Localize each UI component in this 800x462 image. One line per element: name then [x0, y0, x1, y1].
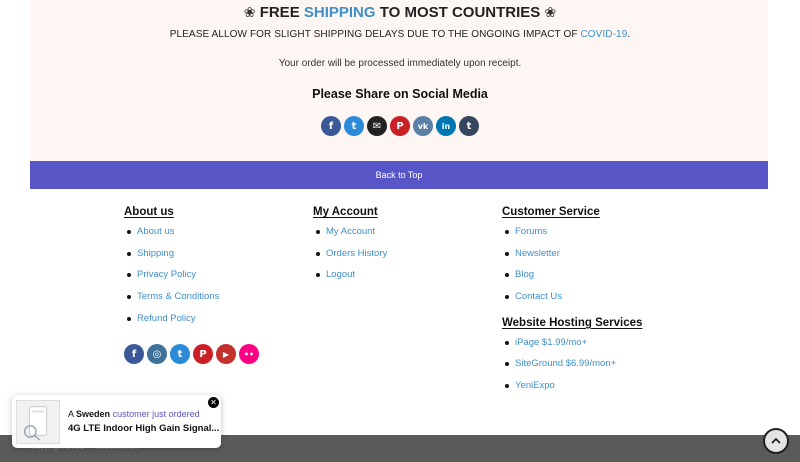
linkedin-share-icon[interactable]: in — [436, 116, 456, 136]
product-thumbnail — [16, 400, 60, 444]
shipping-delay-notice: PLEASE ALLOW FOR SLIGHT SHIPPING DELAYS … — [0, 29, 800, 40]
twitter-icon[interactable]: t — [170, 344, 190, 364]
share-heading: Please Share on Social Media — [312, 87, 488, 101]
close-icon[interactable]: ✕ — [208, 397, 219, 408]
facebook-icon[interactable]: f — [124, 344, 144, 364]
back-to-top-button[interactable]: Back to Top — [30, 161, 768, 189]
toast-customer-text: customer just ordered — [112, 409, 200, 419]
toast-prefix: A — [68, 409, 74, 419]
countries-text: TO MOST COUNTRIES — [379, 4, 541, 21]
about-links: About us Shipping Privacy Policy Terms &… — [124, 226, 219, 334]
instagram-icon[interactable]: ◎ — [147, 344, 167, 364]
blog-link[interactable]: Blog — [502, 269, 642, 291]
covid-link[interactable]: COVID-19 — [580, 29, 627, 40]
delay-period: . — [627, 29, 631, 40]
toast-product-name[interactable]: 4G LTE Indoor High Gain Signal... — [68, 423, 219, 434]
free-text: FREE — [259, 4, 300, 21]
logout-link[interactable]: Logout — [313, 269, 387, 291]
pinterest-icon[interactable]: P — [193, 344, 213, 364]
delay-text: PLEASE ALLOW FOR SLIGHT SHIPPING DELAYS … — [169, 29, 578, 40]
shipping-link[interactable]: Shipping — [124, 248, 219, 270]
share-buttons: f t ✉ P vk in t — [321, 116, 479, 136]
my-account-link[interactable]: My Account — [313, 226, 387, 248]
youtube-icon[interactable]: ▶ — [216, 344, 236, 364]
customer-service-heading[interactable]: Customer Service — [502, 206, 642, 218]
free-shipping-headline: ❀ FREE SHIPPING TO MOST COUNTRIES ❀ — [0, 4, 800, 21]
chevron-up-icon — [771, 437, 781, 444]
tumblr-share-icon[interactable]: t — [459, 116, 479, 136]
terms-link[interactable]: Terms & Conditions — [124, 291, 219, 313]
about-us-link[interactable]: About us — [124, 226, 219, 248]
twitter-share-icon[interactable]: t — [344, 116, 364, 136]
shipping-text: SHIPPING — [303, 4, 376, 21]
service-links: Forums Newsletter Blog Contact Us — [502, 226, 642, 313]
contact-us-link[interactable]: Contact Us — [502, 291, 642, 313]
newsletter-link[interactable]: Newsletter — [502, 248, 642, 270]
order-processing-note: Your order will be processed immediately… — [278, 58, 522, 69]
hosting-heading[interactable]: Website Hosting Services — [502, 317, 642, 329]
about-heading[interactable]: About us — [124, 206, 219, 218]
account-links: My Account Orders History Logout — [313, 226, 387, 291]
siteground-link[interactable]: SiteGround $6.99/mon+ — [502, 358, 642, 380]
forums-link[interactable]: Forums — [502, 226, 642, 248]
footer-about-column: About us About us Shipping Privacy Polic… — [124, 206, 219, 334]
vk-share-icon[interactable]: vk — [413, 116, 433, 136]
orders-history-link[interactable]: Orders History — [313, 248, 387, 270]
email-share-icon[interactable]: ✉ — [367, 116, 387, 136]
flickr-icon[interactable]: •• — [239, 344, 259, 364]
my-account-heading[interactable]: My Account — [313, 206, 387, 218]
facebook-share-icon[interactable]: f — [321, 116, 341, 136]
hosting-links: iPage $1.99/mo+ SiteGround $6.99/mon+ Ye… — [502, 337, 642, 402]
refund-policy-link[interactable]: Refund Policy — [124, 313, 219, 335]
toast-country: Sweden — [76, 409, 111, 419]
router-image-icon — [23, 406, 48, 441]
yeniexpo-link[interactable]: YeniExpo — [502, 380, 642, 402]
flower-icon: ❀ — [243, 4, 256, 20]
footer-account-column: My Account My Account Orders History Log… — [313, 206, 387, 291]
recent-order-toast[interactable]: A Sweden customer just ordered 4G LTE In… — [12, 395, 221, 448]
promo-banner-area — [30, 0, 768, 161]
flower-icon: ❀ — [544, 4, 557, 20]
toast-message: A Sweden customer just ordered — [68, 409, 200, 419]
privacy-policy-link[interactable]: Privacy Policy — [124, 269, 219, 291]
pinterest-share-icon[interactable]: P — [390, 116, 410, 136]
scroll-to-top-button[interactable] — [763, 428, 789, 454]
footer-service-column: Customer Service Forums Newsletter Blog … — [502, 206, 642, 402]
follow-icons: f ◎ t P ▶ •• — [124, 344, 259, 364]
ipage-link[interactable]: iPage $1.99/mo+ — [502, 337, 642, 359]
